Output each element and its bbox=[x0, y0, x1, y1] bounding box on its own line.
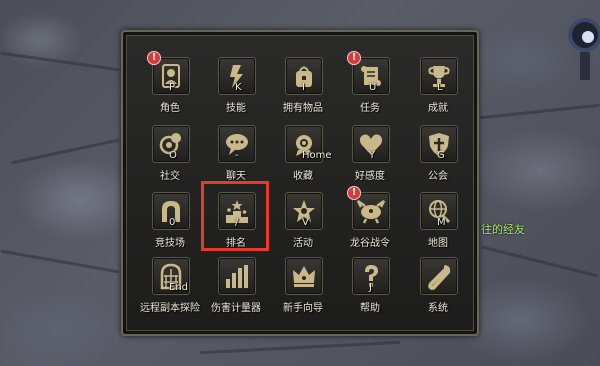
hotkey-label: P bbox=[169, 82, 176, 93]
menu-item[interactable]: 伤害计量器 bbox=[205, 257, 267, 321]
menu-item-button[interactable]: End bbox=[152, 257, 190, 295]
menu-item[interactable]: I 拥有物品 bbox=[272, 57, 334, 121]
mascot-eye bbox=[568, 18, 600, 52]
menu-item-button[interactable] bbox=[420, 257, 458, 295]
stone-crack bbox=[480, 103, 600, 120]
menu-item-button[interactable]: K bbox=[218, 57, 256, 95]
hotkey-label: Home bbox=[302, 150, 332, 161]
menu-item[interactable]: ! 龙谷战令 bbox=[339, 186, 401, 256]
menu-item-button[interactable]: - bbox=[218, 125, 256, 163]
hotkey-label: K bbox=[235, 82, 242, 93]
stone-crack bbox=[0, 249, 120, 274]
menu-item-button[interactable]: Y bbox=[352, 125, 390, 163]
menu-item[interactable]: K 技能 bbox=[205, 57, 267, 121]
crown-guide-icon bbox=[293, 266, 315, 287]
stone-crack bbox=[10, 138, 120, 165]
menu-item[interactable]: Y 好感度 bbox=[339, 125, 401, 189]
alert-badge: ! bbox=[147, 51, 161, 65]
menu-item-button[interactable]: G bbox=[420, 125, 458, 163]
mascot-leg bbox=[580, 52, 590, 80]
menu-item-button[interactable]: L bbox=[420, 57, 458, 95]
menu-item[interactable]: 0 竞技场 bbox=[139, 192, 201, 256]
menu-item-button[interactable]: O bbox=[152, 125, 190, 163]
menu-item-button[interactable]: J bbox=[352, 257, 390, 295]
main-menu-panel: P! 角色 K 技能 I 拥有物品 U! 任务 L 成就 O 社交 - 聊天 Home 收藏 Y 好感度 G 公会 0 竞… bbox=[121, 30, 479, 336]
menu-item-button[interactable] bbox=[218, 257, 256, 295]
menu-item-label: 地图 bbox=[428, 238, 448, 249]
hotkey-label: J bbox=[369, 282, 372, 293]
menu-item[interactable]: G 公会 bbox=[407, 125, 469, 189]
stone-crack bbox=[481, 245, 599, 278]
hotkey-label: V bbox=[302, 217, 309, 228]
menu-item[interactable]: O 社交 bbox=[139, 125, 201, 189]
hotkey-label: U bbox=[369, 82, 377, 93]
menu-item[interactable]: 新手向导 bbox=[272, 257, 334, 321]
hotkey-label: M bbox=[437, 217, 446, 228]
menu-item-button[interactable]: 0 bbox=[152, 192, 190, 230]
menu-item-label: 任务 bbox=[360, 103, 380, 114]
hotkey-label: L bbox=[437, 82, 443, 93]
hotkey-label: End bbox=[169, 282, 189, 293]
menu-item-label: 系统 bbox=[428, 303, 448, 314]
hotkey-label: O bbox=[169, 150, 177, 161]
stone-crack bbox=[200, 340, 400, 355]
hotkey-label: G bbox=[437, 150, 445, 161]
stone-crack bbox=[0, 51, 120, 72]
menu-item[interactable]: V 活动 bbox=[272, 192, 334, 256]
highlight-box bbox=[201, 181, 269, 251]
dragon-valley-icon bbox=[357, 199, 385, 224]
hotkey-label: - bbox=[235, 150, 239, 161]
damage-meter-icon bbox=[226, 265, 248, 288]
menu-item[interactable]: 系统 bbox=[407, 257, 469, 321]
menu-item-label: 成就 bbox=[428, 103, 448, 114]
menu-item[interactable]: - 聊天 bbox=[205, 125, 267, 189]
wrench-icon bbox=[428, 265, 451, 290]
hotkey-label: I bbox=[302, 82, 305, 93]
alert-badge: ! bbox=[347, 51, 361, 65]
menu-item[interactable]: Home 收藏 bbox=[272, 125, 334, 189]
menu-item[interactable]: L 成就 bbox=[407, 57, 469, 121]
menu-item[interactable]: End 远程副本探险 bbox=[139, 257, 201, 321]
hotkey-label: Y bbox=[369, 150, 376, 161]
menu-item[interactable]: M 地图 bbox=[407, 192, 469, 256]
menu-item[interactable]: J 帮助 bbox=[339, 257, 401, 321]
menu-item-label: 公会 bbox=[428, 171, 448, 182]
menu-item-button[interactable]: M bbox=[420, 192, 458, 230]
menu-item-button[interactable]: I bbox=[285, 57, 323, 95]
menu-item-button[interactable]: V bbox=[285, 192, 323, 230]
menu-item-label: 龙谷战令 bbox=[350, 238, 390, 249]
alert-badge: ! bbox=[347, 186, 361, 200]
hotkey-label: 0 bbox=[169, 217, 176, 228]
menu-item-label: 好感度 bbox=[355, 171, 385, 182]
menu-item[interactable]: P! 角色 bbox=[139, 51, 201, 121]
character-sprite[interactable] bbox=[560, 0, 600, 80]
menu-item-button[interactable] bbox=[285, 257, 323, 295]
menu-item-button[interactable]: Home bbox=[285, 125, 332, 163]
chat-fragment: 往的经友 bbox=[481, 223, 525, 236]
menu-item[interactable]: U! 任务 bbox=[339, 51, 401, 121]
menu-item-label: 帮助 bbox=[360, 303, 380, 314]
